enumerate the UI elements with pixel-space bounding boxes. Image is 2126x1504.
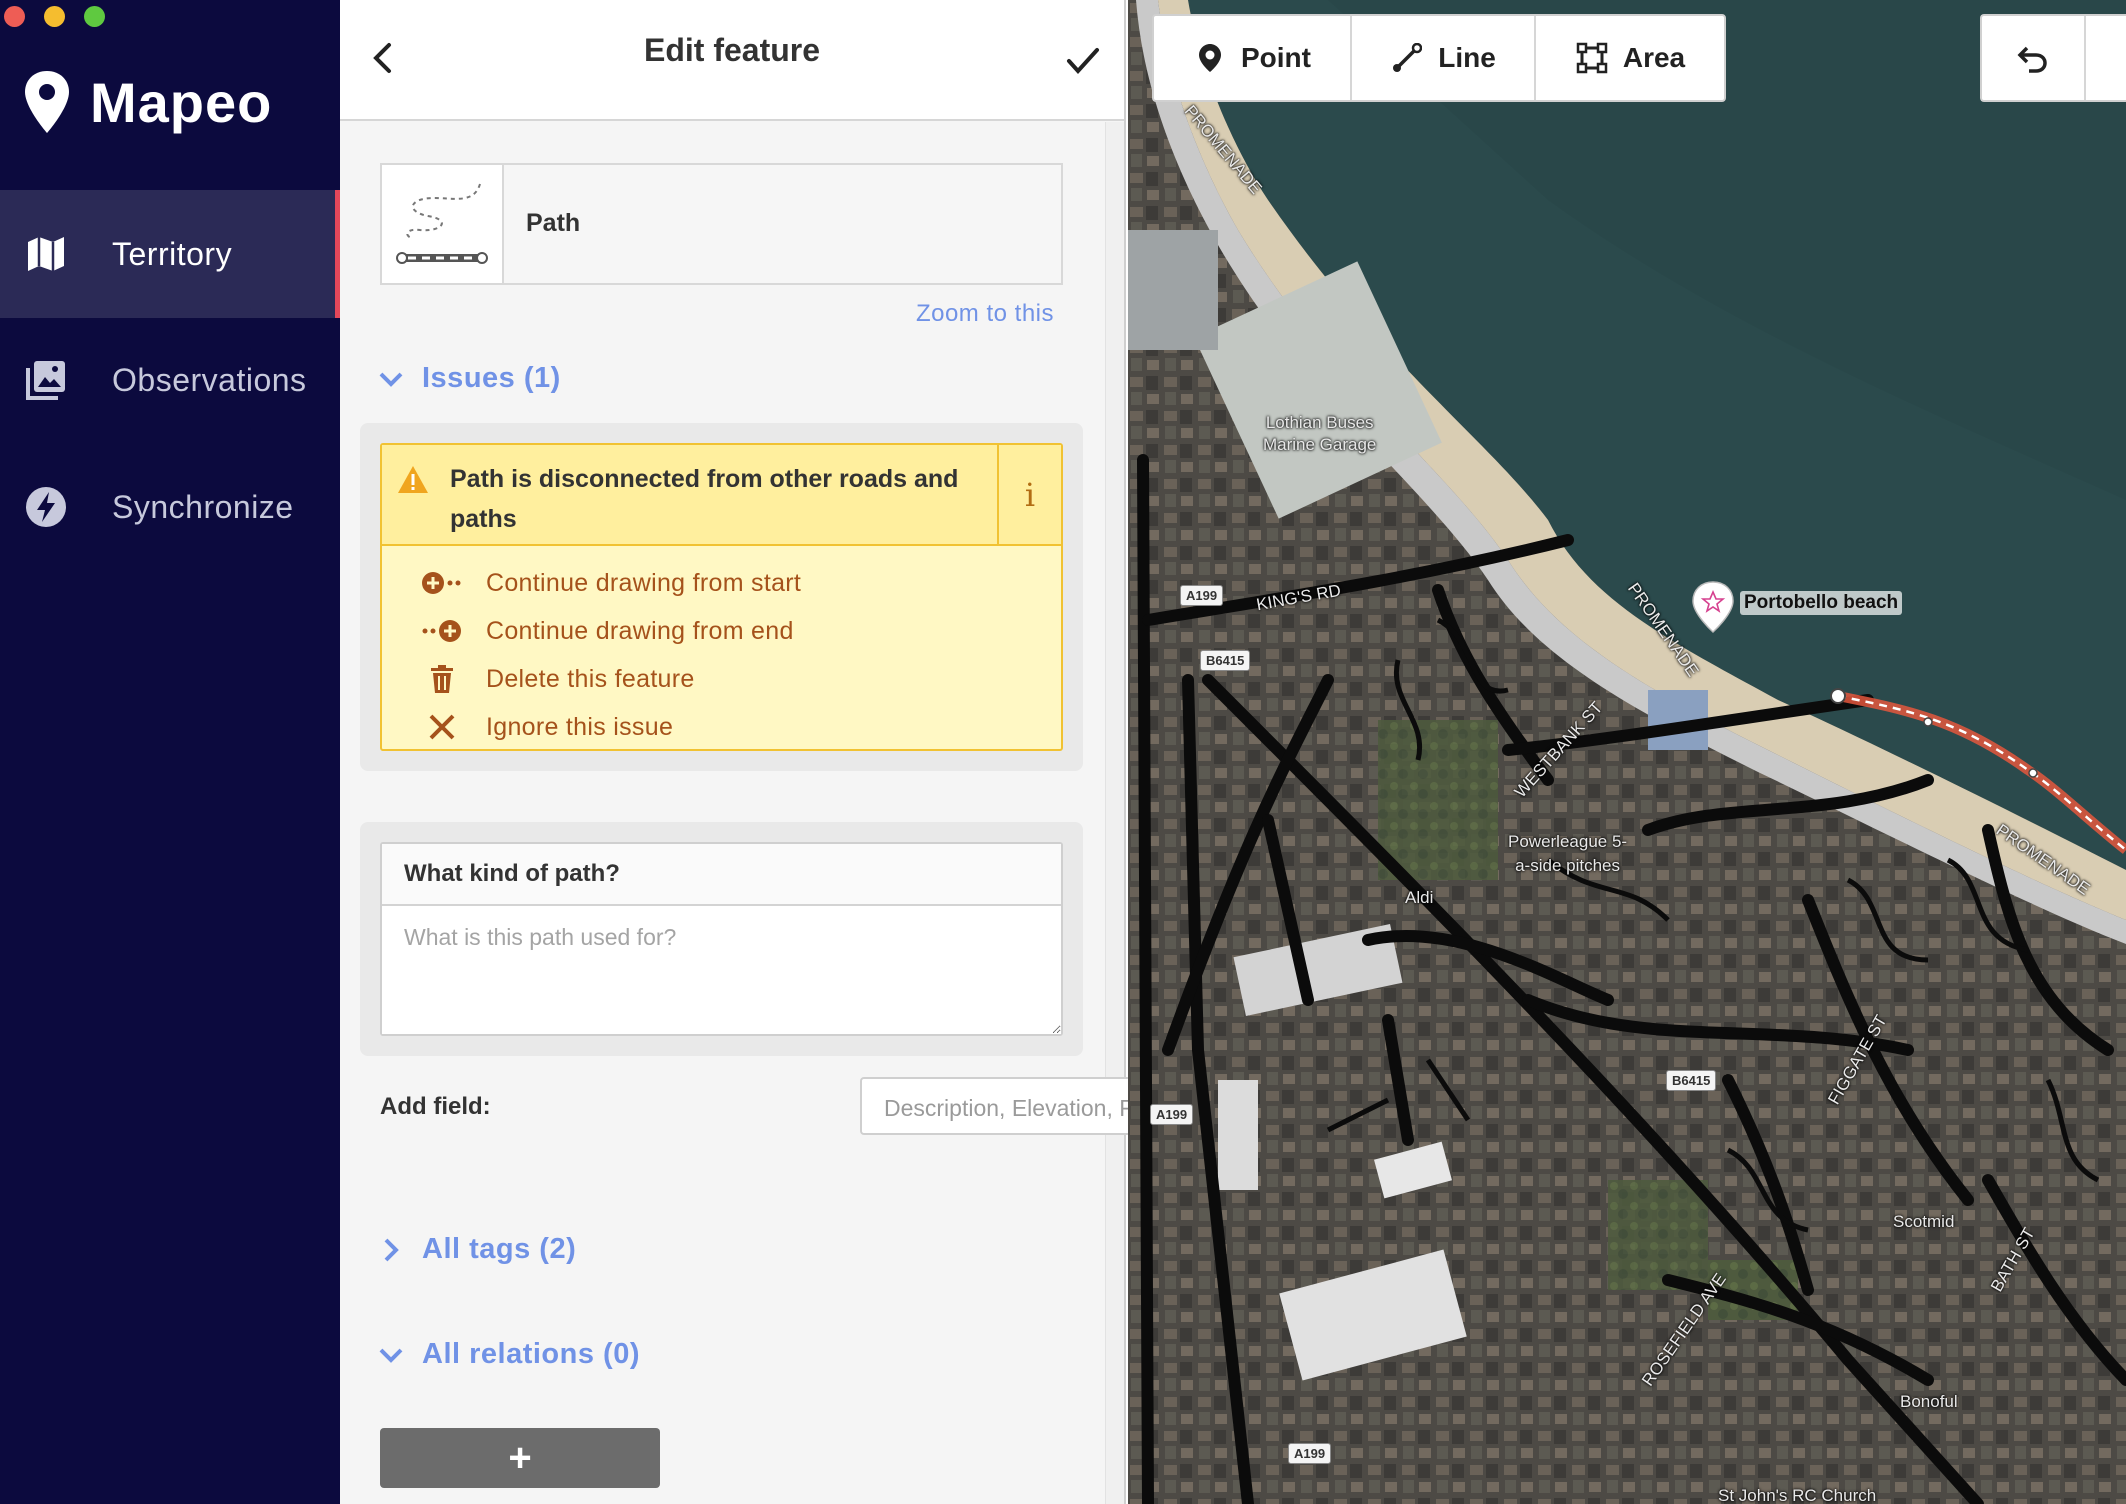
sidebar: Mapeo Territory Observations Synchronize	[0, 0, 340, 1504]
issues-section-label: Issues (1)	[422, 362, 561, 394]
editor-scrollbar[interactable]	[1105, 122, 1124, 1504]
sidebar-item-observations[interactable]: Observations	[0, 316, 340, 444]
mapeo-logo-icon	[25, 71, 69, 133]
sidebar-item-label: Territory	[112, 235, 233, 272]
app-name: Mapeo	[90, 70, 273, 134]
fix-label: Continue drawing from end	[486, 616, 794, 645]
path-kind-field: What kind of path?	[380, 842, 1063, 1036]
confirm-button[interactable]	[1058, 36, 1108, 86]
map-label-aldi: Aldi	[1405, 888, 1434, 907]
add-relation-button[interactable]: +	[380, 1428, 660, 1488]
sidebar-item-synchronize[interactable]: Synchronize	[0, 443, 340, 571]
fix-label: Continue drawing from start	[486, 568, 802, 597]
road-shield: A199	[1180, 585, 1224, 606]
preset-name: Path	[526, 209, 581, 237]
road-shield: B6415	[1666, 1070, 1717, 1091]
path-kind-input[interactable]	[382, 906, 1061, 1034]
issue-card: Path is disconnected from other roads an…	[380, 443, 1063, 751]
editor-header: Edit feature	[340, 0, 1124, 121]
photos-icon	[22, 356, 70, 404]
chevron-down-icon	[376, 1340, 406, 1370]
undo-button[interactable]	[1982, 16, 2086, 100]
map-canvas[interactable]: PROMENADE PROMENADE PROMENADE KING'S RD …	[1128, 0, 2126, 1504]
map-label-lothian-buses: Lothian Buses Marine Garage	[1263, 413, 1377, 454]
window-maximize-button[interactable]	[84, 6, 105, 27]
issue-message: Path is disconnected from other roads an…	[450, 465, 959, 533]
area-tool-icon	[1575, 41, 1609, 75]
satellite-imagery	[1128, 0, 2126, 1504]
road-shield: A199	[1288, 1443, 1332, 1464]
map-icon	[22, 230, 70, 278]
all-tags-label: All tags (2)	[422, 1233, 577, 1265]
all-relations-toggle[interactable]: All relations (0)	[376, 1338, 640, 1371]
lightning-icon	[22, 483, 70, 531]
trash-icon	[420, 659, 464, 699]
poi-label[interactable]: Portobello beach	[1740, 591, 1903, 615]
window-minimize-button[interactable]	[44, 6, 65, 27]
warning-icon	[398, 466, 428, 493]
sidebar-item-label: Synchronize	[112, 488, 294, 525]
road-shield: A199	[1150, 1104, 1194, 1125]
undo-icon	[2017, 46, 2047, 73]
checkmark-icon	[1067, 48, 1099, 74]
app-brand: Mapeo	[22, 66, 272, 138]
plus-icon: +	[508, 1435, 532, 1480]
fix-continue-end[interactable]: Continue drawing from end	[420, 611, 794, 651]
issue-header[interactable]: Path is disconnected from other roads an…	[382, 445, 1061, 546]
issue-info-button[interactable]: i	[997, 445, 1061, 544]
all-relations-label: All relations (0)	[422, 1338, 640, 1370]
chevron-down-icon	[376, 364, 406, 394]
map-pin-icon	[1193, 41, 1227, 75]
fix-ignore-issue[interactable]: Ignore this issue	[420, 707, 673, 747]
map-label-st-johns-church: St John's RC Church	[1718, 1486, 1877, 1504]
add-line-button[interactable]: Line	[1352, 16, 1536, 100]
add-point-button[interactable]: Point	[1154, 16, 1352, 100]
window-close-button[interactable]	[4, 6, 25, 27]
issues-section-toggle[interactable]: Issues (1)	[376, 362, 561, 395]
continue-end-icon	[420, 611, 464, 651]
preset-selector[interactable]: Path	[380, 163, 1063, 285]
fix-label: Delete this feature	[486, 664, 695, 693]
path-preset-icon	[382, 165, 504, 283]
close-icon	[420, 707, 464, 747]
point-label: Point	[1241, 42, 1311, 73]
fix-continue-start[interactable]: Continue drawing from start	[420, 563, 801, 603]
draw-toolbar: Point Line Area	[1152, 14, 1726, 102]
fix-delete-feature[interactable]: Delete this feature	[420, 659, 695, 699]
add-area-button[interactable]: Area	[1536, 16, 1724, 100]
history-toolbar	[1980, 14, 2126, 102]
zoom-to-feature-link[interactable]: Zoom to this	[916, 300, 1054, 328]
sidebar-item-territory[interactable]: Territory	[0, 190, 340, 318]
road-shield: B6415	[1200, 650, 1251, 671]
line-tool-icon	[1390, 41, 1424, 75]
map-label-powerleague: Powerleague 5- a-side pitches	[1508, 832, 1628, 875]
chevron-right-icon	[376, 1235, 406, 1265]
area-label: Area	[1622, 42, 1686, 73]
all-tags-toggle[interactable]: All tags (2)	[376, 1233, 576, 1266]
info-icon: i	[1024, 475, 1036, 514]
feature-editor-panel: Edit feature Path Zoom to this Issues (1…	[340, 0, 1404, 1504]
add-field-label: Add field:	[380, 1093, 491, 1120]
sidebar-item-label: Observations	[112, 361, 307, 398]
path-kind-label: What kind of path?	[382, 844, 1061, 906]
map-label-scotmid: Scotmid	[1893, 1212, 1955, 1231]
line-label: Line	[1438, 42, 1496, 73]
editor-title: Edit feature	[643, 32, 821, 68]
continue-start-icon	[420, 563, 464, 603]
map-label-bonoful: Bonoful	[1900, 1392, 1958, 1411]
fix-label: Ignore this issue	[486, 712, 674, 741]
